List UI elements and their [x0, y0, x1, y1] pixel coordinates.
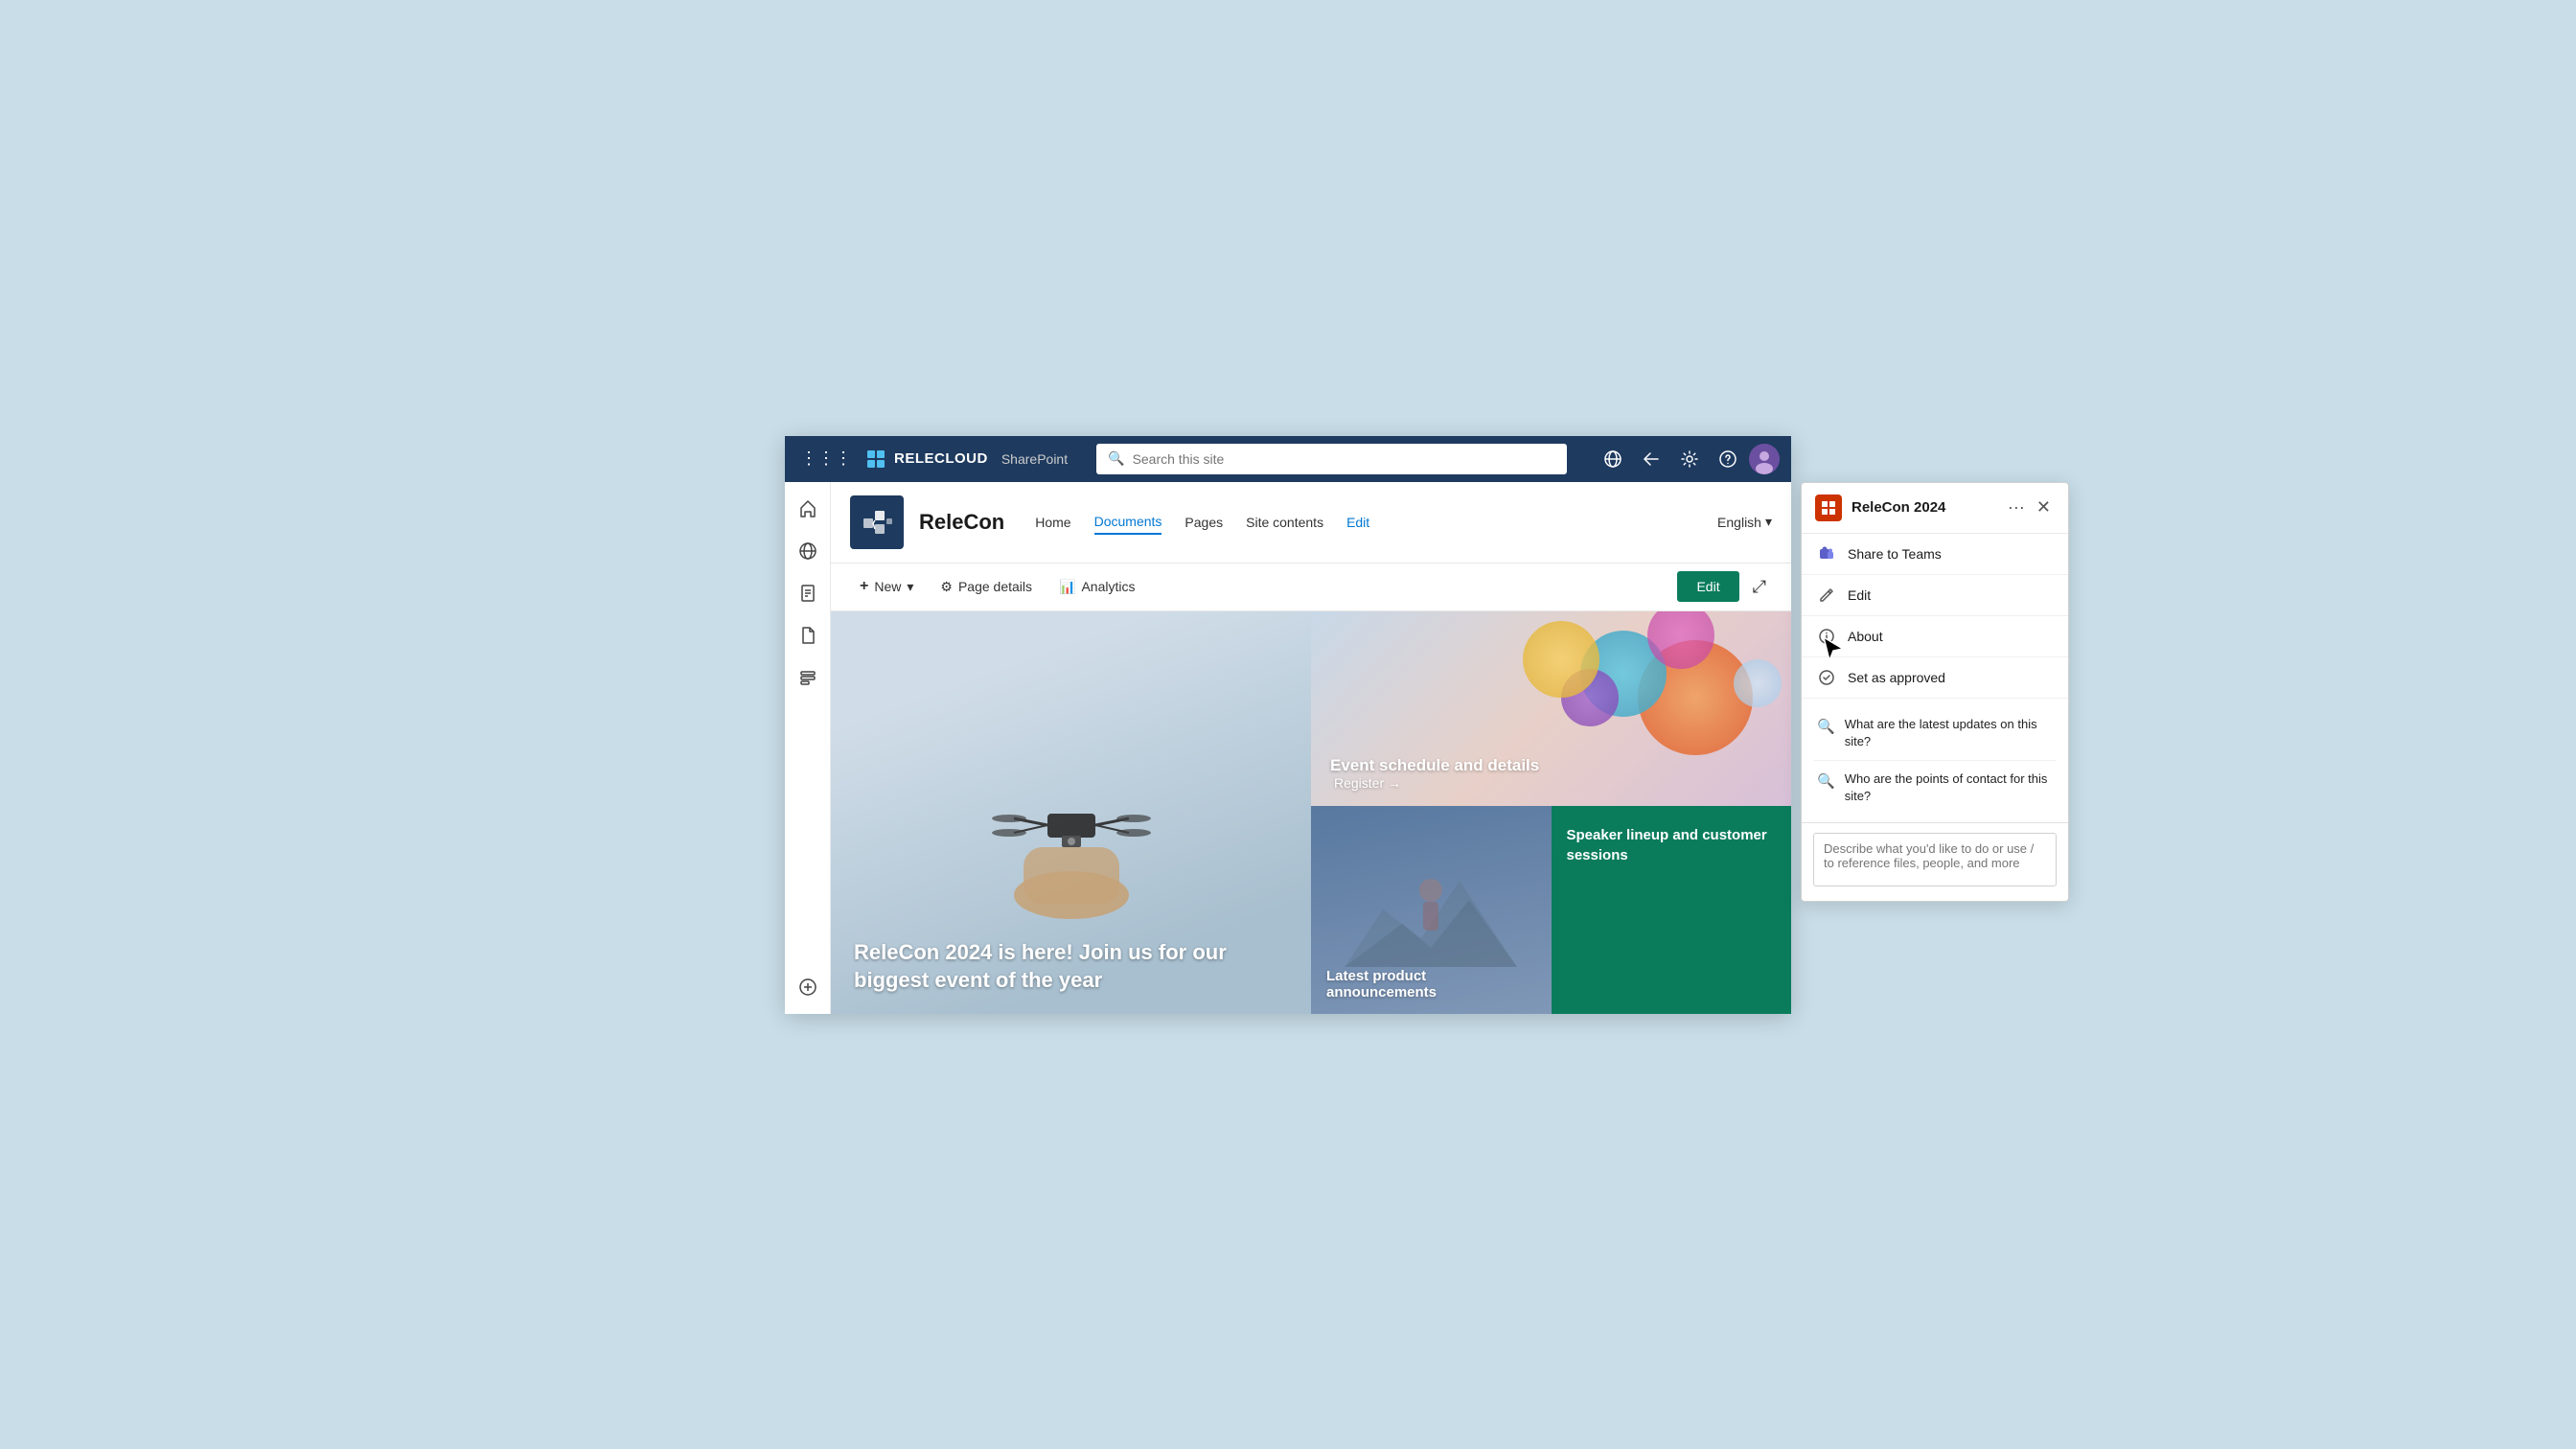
toolbar: + New ▾ ⚙ Page details 📊 Analytics Edit … — [831, 564, 1791, 611]
panel-input-area — [1802, 822, 2068, 901]
app-name-label: SharePoint — [1001, 451, 1068, 467]
avatar[interactable] — [1749, 444, 1780, 474]
search-icon: 🔍 — [1108, 450, 1124, 467]
panel-icon — [1815, 494, 1842, 521]
back-icon[interactable] — [1634, 444, 1668, 474]
suggestion-search-icon-2: 🔍 — [1817, 772, 1835, 790]
about-item[interactable]: About — [1802, 616, 2068, 657]
panel-header: ReleCon 2024 ··· ✕ — [1802, 483, 2068, 534]
edit-label: Edit — [1848, 587, 1871, 603]
content-area: ReleCon Home Documents Pages Site conten… — [831, 482, 1791, 1014]
gear-icon: ⚙ — [940, 579, 953, 595]
panel-overlay: ReleCon 2024 ··· ✕ Share to Teams Edit — [1801, 482, 2069, 903]
search-input[interactable] — [1133, 451, 1555, 467]
analytics-button[interactable]: 📊 Analytics — [1049, 573, 1144, 601]
expand-icon[interactable]: ⤢ — [1747, 571, 1772, 603]
main-layout: ReleCon Home Documents Pages Site conten… — [785, 482, 1791, 1014]
edit-button[interactable]: Edit — [1677, 571, 1738, 602]
search-bar[interactable]: 🔍 — [1096, 444, 1567, 474]
language-label: English — [1717, 515, 1761, 530]
hero-left: ReleCon 2024 is here! Join us for our bi… — [831, 611, 1311, 1014]
sidebar-item-add[interactable] — [789, 968, 827, 1006]
panel-more-button[interactable]: ··· — [2004, 495, 2029, 519]
page-details-label: Page details — [958, 579, 1032, 594]
hero-bottom-left: Latest product announcements — [1311, 806, 1552, 1014]
language-icon[interactable] — [1596, 444, 1630, 474]
share-to-teams-item[interactable]: Share to Teams — [1802, 534, 2068, 575]
hero-right-top: Event schedule and details Register → — [1311, 611, 1791, 806]
nav-icons — [1596, 444, 1780, 474]
edit-icon — [1817, 586, 1836, 605]
suggestion-2[interactable]: 🔍 Who are the points of contact for this… — [1813, 761, 2057, 815]
teams-icon — [1817, 544, 1836, 564]
panel-input[interactable] — [1813, 833, 2057, 886]
relecloud-logo-icon — [865, 448, 886, 470]
product-announcements-title: Latest product announcements — [1326, 968, 1536, 1000]
about-label: About — [1848, 629, 1883, 644]
new-label: New — [874, 579, 901, 594]
drone-illustration — [947, 732, 1196, 924]
sidebar-item-pages[interactable] — [789, 574, 827, 612]
hero-grid: ReleCon 2024 is here! Join us for our bi… — [831, 611, 1791, 1014]
set-as-approved-item[interactable]: Set as approved — [1802, 657, 2068, 699]
settings-icon[interactable] — [1672, 444, 1707, 474]
nav-home[interactable]: Home — [1035, 511, 1070, 534]
panel-header-actions: ··· ✕ — [2004, 495, 2055, 519]
info-icon — [1817, 627, 1836, 646]
nav-edit[interactable]: Edit — [1346, 511, 1369, 534]
nav-pages[interactable]: Pages — [1184, 511, 1223, 534]
analytics-label: Analytics — [1081, 579, 1135, 594]
speaker-lineup-title: Speaker lineup and customer sessions — [1567, 825, 1777, 865]
site-header: ReleCon Home Documents Pages Site conten… — [831, 482, 1791, 564]
sidebar-item-list[interactable] — [789, 658, 827, 697]
waffle-menu-icon[interactable]: ⋮⋮⋮ — [796, 445, 856, 472]
suggestion-text-1: What are the latest updates on this site… — [1845, 716, 2053, 750]
site-logo — [850, 495, 904, 549]
check-circle-icon — [1817, 668, 1836, 687]
suggestion-text-2: Who are the points of contact for this s… — [1845, 770, 2053, 805]
product-announcements-content: Latest product announcements — [1326, 968, 1536, 1000]
chart-icon: 📊 — [1059, 579, 1075, 595]
share-to-teams-label: Share to Teams — [1848, 546, 1942, 562]
panel-close-button[interactable]: ✕ — [2033, 495, 2055, 519]
sidebar — [785, 482, 831, 1014]
hero-main-text: ReleCon 2024 is here! Join us for our bi… — [831, 920, 1311, 1013]
event-schedule-title: Event schedule and details — [1330, 756, 1539, 775]
page-details-button[interactable]: ⚙ Page details — [931, 573, 1042, 601]
site-name: ReleCon — [919, 510, 1004, 535]
hero-right-bottom: Latest product announcements Speaker lin… — [1311, 806, 1791, 1014]
register-link[interactable]: Register → — [1330, 775, 1539, 791]
sidebar-item-home[interactable] — [789, 490, 827, 528]
suggestion-search-icon-1: 🔍 — [1817, 718, 1835, 735]
nav-documents[interactable]: Documents — [1094, 510, 1162, 535]
brand-name: RELECLOUD — [894, 450, 988, 467]
new-button[interactable]: + New ▾ — [850, 572, 923, 601]
edit-item[interactable]: Edit — [1802, 575, 2068, 616]
suggestions-area: 🔍 What are the latest updates on this si… — [1802, 699, 2068, 823]
sidebar-item-document[interactable] — [789, 616, 827, 655]
brand-logo[interactable]: RELECLOUD — [865, 448, 988, 470]
top-nav-bar: ⋮⋮⋮ RELECLOUD SharePoint 🔍 — [785, 436, 1791, 482]
sidebar-item-globe[interactable] — [789, 532, 827, 570]
browser-window: ⋮⋮⋮ RELECLOUD SharePoint 🔍 — [785, 436, 1791, 1014]
nav-site-contents[interactable]: Site contents — [1246, 511, 1323, 534]
help-icon[interactable] — [1711, 444, 1745, 474]
new-chevron-icon: ▾ — [907, 579, 913, 595]
set-as-approved-label: Set as approved — [1848, 670, 1945, 685]
plus-icon: + — [860, 578, 868, 595]
chevron-down-icon: ▾ — [1765, 514, 1772, 530]
panel-title: ReleCon 2024 — [1852, 499, 1994, 516]
suggestion-1[interactable]: 🔍 What are the latest updates on this si… — [1813, 706, 2057, 761]
site-nav: Home Documents Pages Site contents Edit — [1035, 510, 1369, 535]
hero-bottom-right: Speaker lineup and customer sessions — [1552, 806, 1792, 1014]
hero-headline: ReleCon 2024 is here! Join us for our bi… — [854, 939, 1288, 994]
language-selector[interactable]: English ▾ — [1717, 514, 1772, 530]
event-schedule-content: Event schedule and details Register → — [1330, 756, 1539, 791]
